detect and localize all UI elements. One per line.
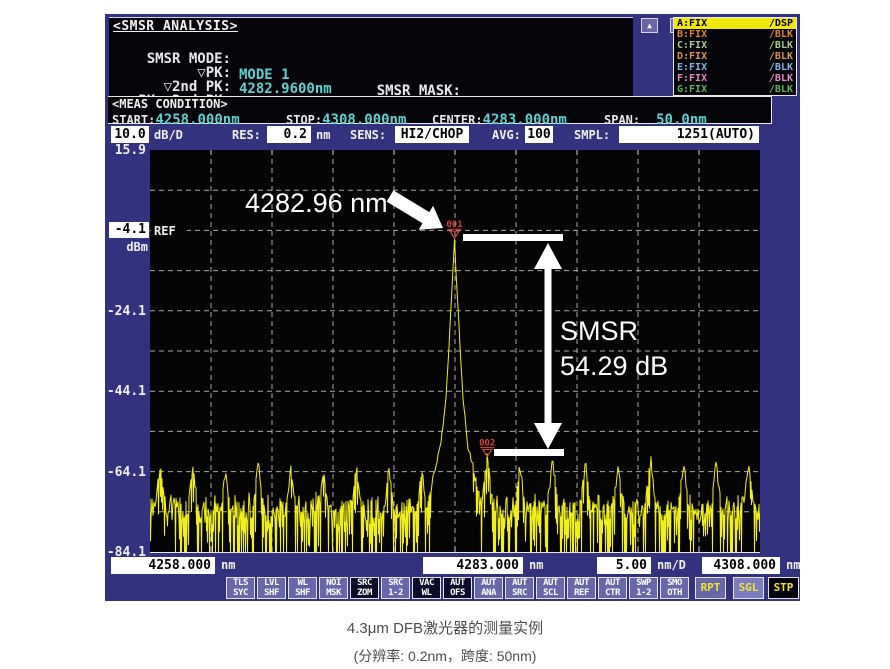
- ref-level-unit: dBm: [113, 240, 148, 254]
- x-stop-box[interactable]: 4308.000: [702, 557, 780, 574]
- x-center-box[interactable]: 4283.000: [423, 557, 523, 574]
- caption-line1: 4.3μm DFB激光器的测量实例: [0, 617, 890, 638]
- scroll-up-icon[interactable]: ▲: [641, 18, 658, 33]
- trace-panel: A:FIX/DSPB:FIX/BLKC:FIX/BLKD:FIX/BLKE:FI…: [673, 17, 797, 96]
- spectrum-plot: REF0010024282.96 nmSMSR54.29 dB: [150, 150, 760, 553]
- action-sgl[interactable]: SGL: [733, 577, 764, 599]
- caption: 4.3μm DFB激光器的测量实例 (分辨率: 0.2nm，跨度: 50nm): [0, 617, 890, 666]
- svg-text:SMSR: SMSR: [560, 316, 638, 346]
- softkey-src-1-2[interactable]: SRC1-2: [381, 577, 410, 599]
- softkey-lvl-shf[interactable]: LVLSHF: [257, 577, 286, 599]
- softkey-smo-oth[interactable]: SMOOTH: [660, 577, 689, 599]
- action-stp[interactable]: STP: [768, 577, 799, 599]
- svg-text:54.29 dB: 54.29 dB: [560, 351, 668, 381]
- avg-label: AVG:: [492, 128, 521, 142]
- smpl-label: SMPL:: [574, 128, 610, 142]
- caption-line2: (分辨率: 0.2nm，跨度: 50nm): [0, 646, 890, 666]
- y-axis-label: 15.9: [105, 143, 146, 158]
- trace-row-d[interactable]: D:FIX/BLK: [674, 51, 796, 62]
- softkey-tls-syc[interactable]: TLSSYC: [226, 577, 255, 599]
- svg-text:REF: REF: [154, 224, 176, 238]
- analysis-row-peak: ▽PK: 4282.9600nm -6.29dBm: [109, 49, 633, 64]
- y-axis-labels: 15.9-24.1-44.1-64.1-84.1: [105, 14, 148, 601]
- svg-text:4282.96 nm: 4282.96 nm: [245, 188, 388, 218]
- sens-box[interactable]: HI2/CHOP: [395, 126, 469, 143]
- y-axis-label: -44.1: [105, 384, 146, 399]
- softkey-vac-wl[interactable]: VACWL: [412, 577, 441, 599]
- level-scale-unit: dB/D: [154, 128, 183, 142]
- x-stop-unit: nm: [786, 558, 800, 572]
- x-div-box[interactable]: 5.00: [597, 557, 651, 574]
- trace-row-b[interactable]: B:FIX/BLK: [674, 29, 796, 40]
- softkey-wl-shf[interactable]: WLSHF: [288, 577, 317, 599]
- spectrum-svg: REF0010024282.96 nmSMSR54.29 dB: [150, 150, 760, 552]
- x-center-unit: nm: [529, 558, 543, 572]
- softkey-swp-1-2[interactable]: SWP1-2: [629, 577, 658, 599]
- smpl-box[interactable]: 1251(AUTO): [619, 126, 759, 143]
- trace-row-g[interactable]: G:FIX/BLK: [674, 84, 796, 95]
- res-label: RES:: [232, 128, 261, 142]
- x-start-unit: nm: [221, 558, 235, 572]
- res-box[interactable]: 0.2: [267, 126, 311, 143]
- meas-condition-panel: <MEAS CONDITION> START:4258.000nmSTOP:43…: [108, 96, 772, 124]
- softkey-noi-msk[interactable]: NOIMSK: [319, 577, 348, 599]
- avg-box[interactable]: 100: [525, 126, 553, 143]
- y-axis-label: -24.1: [105, 304, 146, 319]
- toolbar: TLSSYCLVLSHFWLSHFNOIMSKSRCZOMSRC1-2VACWL…: [105, 577, 800, 599]
- page: <SMSR ANALYSIS> SMSR MODE: MODE 1 SMSR M…: [0, 0, 890, 669]
- trace-row-f[interactable]: F:FIX/BLK: [674, 73, 796, 84]
- softkey-aut-ofs[interactable]: AUTOFS: [443, 577, 472, 599]
- analysis-row-2nd-peak: ▽2nd PK: 4285.6400nm -60.58dBm: [109, 63, 633, 78]
- x-axis-row: 4258.000 nm 4283.000 nm 5.00 nm/D 4308.0…: [105, 555, 800, 577]
- trace-row-a[interactable]: A:FIX/DSP: [674, 18, 796, 29]
- osa-screen: <SMSR ANALYSIS> SMSR MODE: MODE 1 SMSR M…: [105, 14, 800, 601]
- res-unit: nm: [316, 128, 330, 142]
- analysis-row-smsr: ▽PK-▽2nd PK: 2.6800nm 54.29dB: [109, 77, 633, 92]
- settings-row: 10.0 dB/D RES: 0.2 nm SENS: HI2/CHOP AVG…: [105, 126, 800, 146]
- trace-row-c[interactable]: C:FIX/BLK: [674, 40, 796, 51]
- sens-label: SENS:: [350, 128, 386, 142]
- trace-row-e[interactable]: E:FIX/BLK: [674, 62, 796, 73]
- softkey-aut-src[interactable]: AUTSRC: [505, 577, 534, 599]
- y-axis-label: -64.1: [105, 465, 146, 480]
- softkey-aut-scl[interactable]: AUTSCL: [536, 577, 565, 599]
- action-rpt[interactable]: RPT: [695, 577, 726, 599]
- softkey-aut-ref[interactable]: AUTREF: [567, 577, 596, 599]
- smsr-analysis-panel: <SMSR ANALYSIS> SMSR MODE: MODE 1 SMSR M…: [109, 17, 633, 97]
- softkey-aut-ctr[interactable]: AUTCTR: [598, 577, 627, 599]
- softkey-src-zom[interactable]: SRCZOM: [350, 577, 379, 599]
- x-start-box[interactable]: 4258.000: [111, 557, 215, 574]
- ref-level-box[interactable]: -4.1: [109, 222, 149, 238]
- softkey-aut-ana[interactable]: AUTANA: [474, 577, 503, 599]
- analysis-row-mode: SMSR MODE: MODE 1 SMSR MASK: ±0.00nm: [109, 35, 633, 50]
- x-div-unit: nm/D: [657, 558, 686, 572]
